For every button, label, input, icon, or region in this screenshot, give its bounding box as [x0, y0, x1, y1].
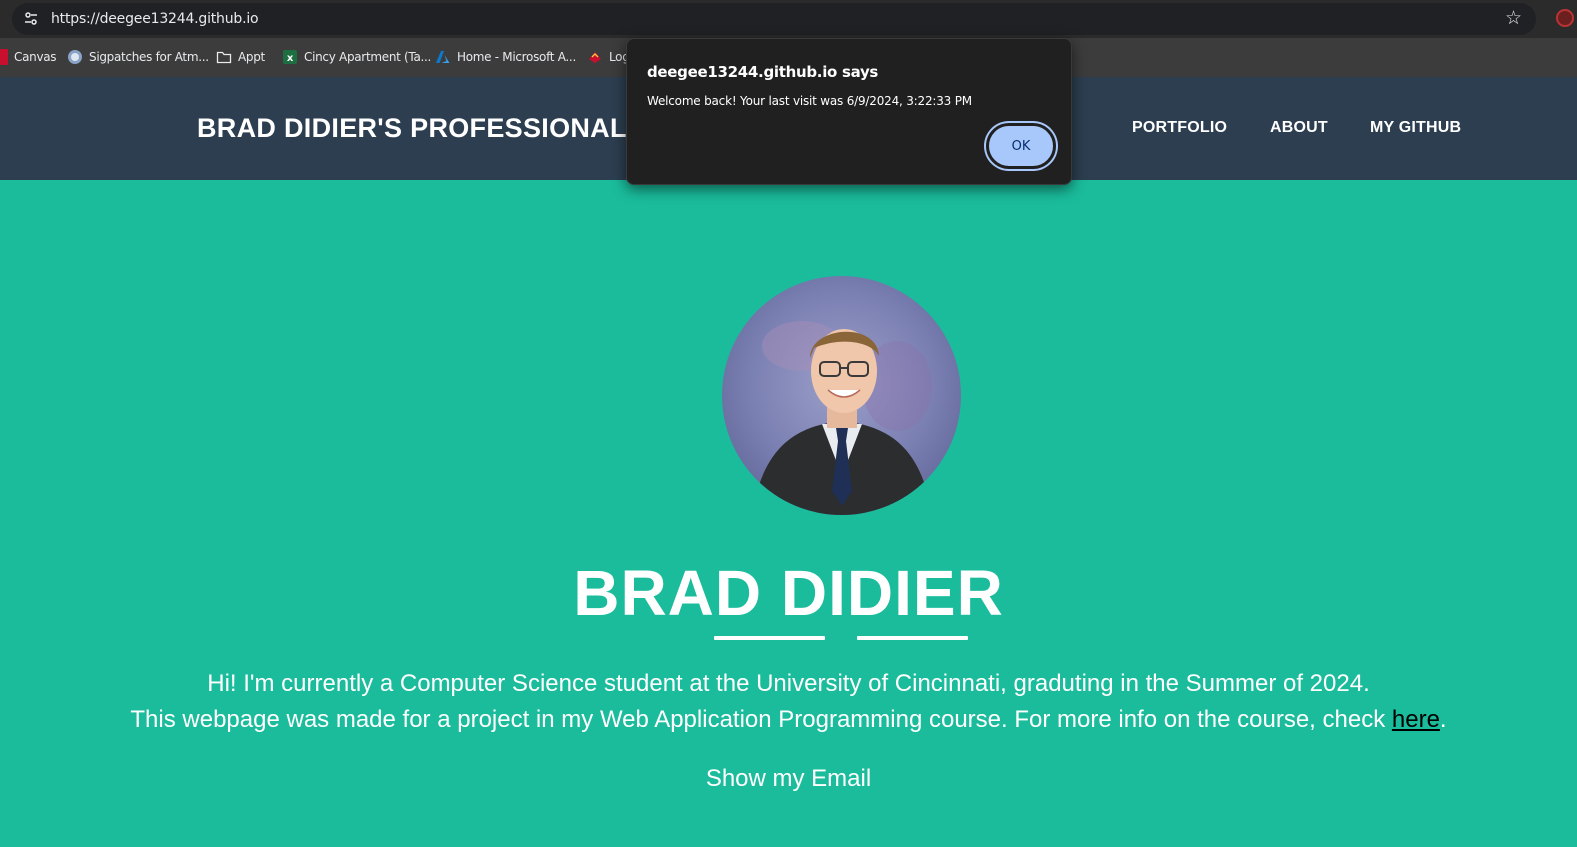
- azure-icon: [436, 51, 450, 63]
- show-email-button[interactable]: Show my Email: [0, 765, 1577, 793]
- canvas-icon: [0, 49, 8, 65]
- course-info-link[interactable]: here: [1392, 706, 1440, 733]
- site-icon: [68, 50, 82, 64]
- address-bar[interactable]: https://deegee13244.github.io ☆: [12, 3, 1536, 35]
- dialog-title: deegee13244.github.io says: [647, 63, 879, 81]
- bookmark-label: Sigpatches for Atm...: [89, 50, 209, 64]
- intro-line-2-end: .: [1439, 706, 1447, 733]
- bookmark-label: Home - Microsoft A...: [457, 50, 576, 64]
- bookmark-cincy-apartment[interactable]: x Cincy Apartment (Ta...: [282, 48, 431, 66]
- nav-link-portfolio[interactable]: PORTFOLIO: [1132, 119, 1227, 137]
- bookmark-appt[interactable]: Appt: [216, 48, 265, 66]
- avatar: [722, 276, 961, 515]
- bookmark-canvas[interactable]: Canvas: [0, 48, 57, 66]
- bookmark-log[interactable]: Log: [587, 48, 630, 66]
- bookmark-label: Canvas: [14, 50, 57, 64]
- dialog-message: Welcome back! Your last visit was 6/9/20…: [647, 94, 972, 108]
- bookmark-microsoft-azure[interactable]: Home - Microsoft A...: [435, 48, 576, 66]
- intro-line-2: This webpage was made for a project in m…: [0, 706, 1577, 734]
- intro-line-1: Hi! I'm currently a Computer Science stu…: [207, 670, 1370, 697]
- address-bar-row: https://deegee13244.github.io ☆: [0, 0, 1577, 38]
- divider-line-right: [857, 636, 968, 640]
- divider-line-left: [714, 636, 825, 640]
- masthead-title: BRAD DIDIER: [573, 557, 1004, 629]
- log-icon: [589, 52, 601, 63]
- nav-link-about[interactable]: ABOUT: [1270, 119, 1328, 137]
- navbar-brand[interactable]: BRAD DIDIER'S PROFESSIONAL: [197, 113, 627, 144]
- alert-dialog: deegee13244.github.io says Welcome back!…: [626, 38, 1072, 185]
- intro-line-2-text: This webpage was made for a project in m…: [130, 706, 1392, 733]
- folder-icon: [216, 51, 232, 64]
- ok-button[interactable]: OK: [986, 123, 1056, 169]
- bookmark-sigpatches[interactable]: Sigpatches for Atm...: [67, 48, 209, 66]
- url-text[interactable]: https://deegee13244.github.io: [51, 11, 259, 27]
- svg-text:x: x: [287, 53, 294, 64]
- excel-icon: x: [283, 50, 297, 64]
- extension-icon[interactable]: [1556, 9, 1574, 27]
- tune-icon[interactable]: [22, 10, 40, 28]
- bookmark-label: Cincy Apartment (Ta...: [304, 50, 432, 64]
- bookmark-label: Appt: [238, 50, 265, 64]
- star-icon[interactable]: ☆: [1505, 7, 1522, 31]
- nav-link-my-github[interactable]: MY GITHUB: [1370, 119, 1461, 137]
